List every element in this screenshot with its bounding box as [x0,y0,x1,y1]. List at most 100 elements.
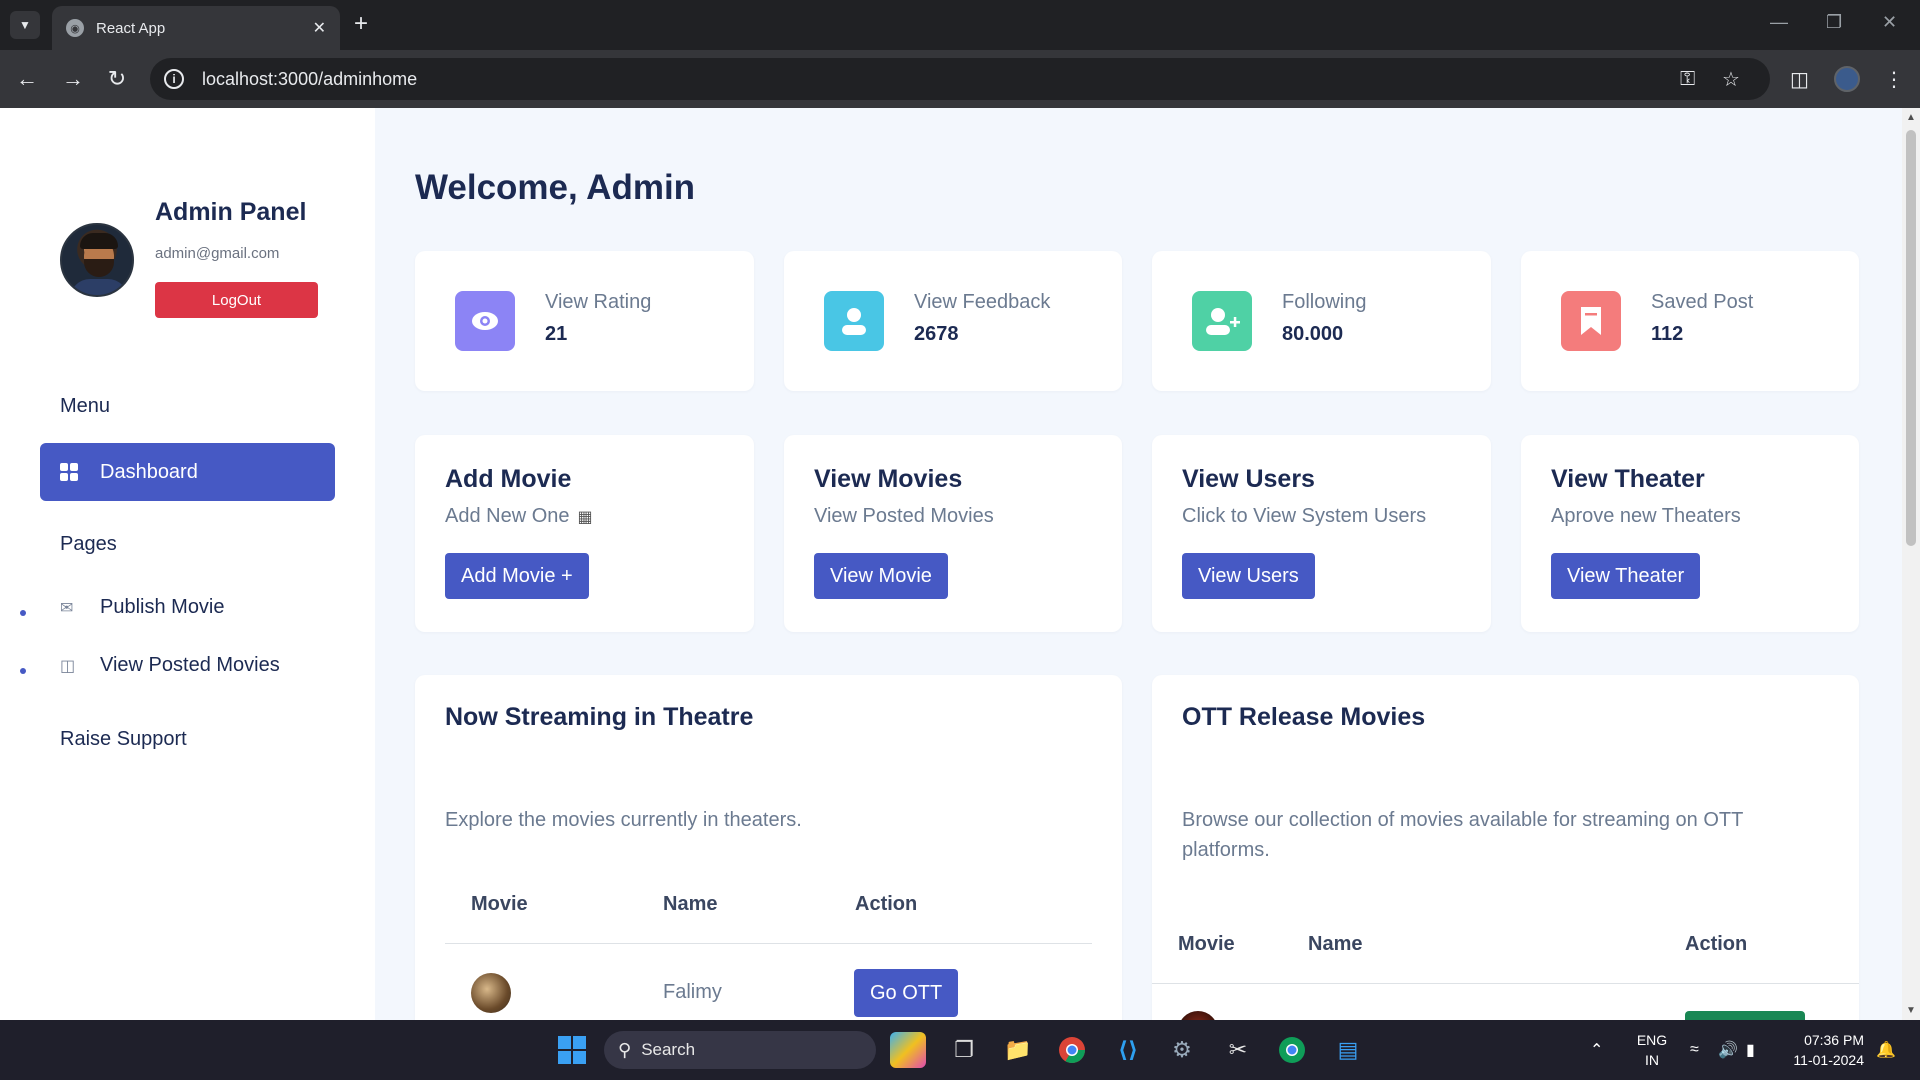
stat-value: 21 [545,323,568,345]
volume-icon[interactable]: 🔊 [1718,1020,1738,1080]
user-icon [824,291,884,351]
taskbar-search[interactable]: ⚲ Search [604,1031,876,1069]
section-title: Now Streaming in Theatre [445,703,754,731]
copilot-icon[interactable] [890,1032,926,1068]
section-description: Browse our collection of movies availabl… [1182,809,1743,861]
ott-release-card: OTT Release Movies Browse our collection… [1152,675,1859,1020]
action-card-add-movie: Add Movie Add New One ▦ Add Movie + [415,435,754,632]
bullet-dot [20,668,26,674]
more-menu-icon[interactable]: ⋮ [1884,62,1904,96]
bullet-dot [20,610,26,616]
new-tab-button[interactable]: + [354,12,368,36]
section-description: Explore the movies currently in theaters… [445,809,802,831]
scrollbar-thumb[interactable] [1906,130,1916,546]
globe-icon: ◉ [66,19,84,37]
vscode-icon[interactable]: ⟨⟩ [1110,1032,1146,1068]
back-icon[interactable]: ← [10,62,44,96]
movie-name: Falimy [663,981,722,1003]
windows-start-icon[interactable] [554,1032,590,1068]
forward-icon[interactable]: → [56,62,90,96]
card-subtitle: Click to View System Users [1182,505,1427,527]
envelope-icon: ✉ [60,599,74,617]
basket-icon: ◫ [60,657,76,675]
menu-heading: Menu [60,395,111,417]
tab-search-button[interactable]: ▼ [10,11,40,39]
search-icon: ⚲ [618,1039,632,1060]
scroll-up-icon[interactable]: ▲ [1906,112,1916,123]
stat-card-rating[interactable]: View Rating 21 [415,251,754,391]
film-icon: ▦ [577,508,593,526]
battery-icon[interactable]: ▮ [1746,1020,1755,1080]
stat-card-saved-post[interactable]: Saved Post 112 [1521,251,1859,391]
restore-icon[interactable]: ❐ [1826,12,1842,33]
view-movie-button[interactable]: View Movie [814,553,948,599]
action-card-view-users: View Users Click to View System Users Vi… [1152,435,1491,632]
movie-thumbnail [1178,1011,1218,1020]
pages-heading: Pages [60,533,117,555]
clock-date: 11-01-2024 [1793,1052,1864,1068]
browser-tab-bar: ▼ ◉ React App ✕ + — ❐ ✕ [0,0,1920,50]
card-subtitle: View Posted Movies [814,505,994,527]
bookmark-star-icon[interactable]: ☆ [1722,58,1740,100]
stat-card-feedback[interactable]: View Feedback 2678 [784,251,1122,391]
add-movie-button[interactable]: Add Movie + [445,553,589,599]
column-header: Action [855,893,918,915]
chrome-profile-icon[interactable] [1274,1032,1310,1068]
avatar [60,223,134,297]
close-tab-icon[interactable]: ✕ [313,18,326,38]
task-view-icon[interactable]: ❐ [946,1032,982,1068]
notification-bell-icon[interactable]: 🔔 [1876,1020,1896,1080]
sidebar-item-label: View Posted Movies [100,654,280,676]
browser-tab[interactable]: ◉ React App ✕ [52,6,340,50]
section-title: OTT Release Movies [1182,703,1426,731]
action-card-view-theater: View Theater Aprove new Theaters View Th… [1521,435,1859,632]
stat-label: View Rating [545,291,652,313]
address-bar[interactable]: i localhost:3000/adminhome ⚿ ☆ [150,58,1770,100]
side-panel-icon[interactable]: ◫ [1790,62,1809,96]
snipping-tool-icon[interactable]: ✂ [1220,1032,1256,1068]
logout-button[interactable]: LogOut [155,282,318,318]
column-header: Movie [471,893,528,915]
stat-value: 112 [1651,323,1684,345]
chrome-icon[interactable] [1054,1032,1090,1068]
profile-area [1834,62,1860,96]
password-key-icon[interactable]: ⚿ [1680,58,1695,100]
site-info-icon[interactable]: i [164,69,184,89]
window-close-icon[interactable]: ✕ [1882,12,1897,33]
show-hidden-icons[interactable]: ⌃ [1590,1020,1603,1080]
wifi-icon[interactable]: ≈ [1690,1020,1699,1080]
stat-label: View Feedback [914,291,1051,313]
page-scrollbar[interactable]: ▲ ▼ [1902,108,1920,1020]
column-header: Name [1308,933,1363,955]
view-theater-button[interactable]: View Theater [1551,553,1701,599]
scroll-down-icon[interactable]: ▼ [1906,1005,1916,1016]
file-explorer-icon[interactable]: 📁 [1000,1032,1036,1068]
sidebar-item-publish-movie[interactable]: ✉ Publish Movie [60,596,225,619]
reload-icon[interactable]: ↻ [100,62,134,96]
page-viewport: Admin Panel admin@gmail.com LogOut Menu … [0,108,1920,1020]
sidebar-item-dashboard[interactable]: Dashboard [40,443,335,501]
card-title: View Users [1182,465,1315,493]
sidebar-item-view-posted-movies[interactable]: ◫ View Posted Movies [60,654,280,677]
stat-card-following[interactable]: Following 80.000 [1152,251,1491,391]
profile-avatar[interactable] [1834,66,1860,92]
system-clock[interactable]: 07:36 PM 11-01-2024 [1784,1030,1864,1070]
action-card-view-movies: View Movies View Posted Movies View Movi… [784,435,1122,632]
column-header: Name [663,893,718,915]
ott-action-button[interactable] [1685,1011,1805,1020]
notepad-icon[interactable]: ▤ [1330,1032,1366,1068]
minimize-icon[interactable]: — [1770,12,1788,33]
stat-label: Following [1282,291,1367,313]
eye-icon [455,291,515,351]
card-title: View Movies [814,465,963,493]
sidebar-item-raise-support[interactable]: Raise Support [60,728,187,751]
go-ott-button[interactable]: Go OTT [854,969,959,1017]
admin-email: admin@gmail.com [155,245,280,262]
language-indicator[interactable]: ENG IN [1634,1030,1670,1070]
settings-gear-icon[interactable]: ⚙ [1164,1032,1200,1068]
view-users-button[interactable]: View Users [1182,553,1315,599]
card-subtitle: Aprove new Theaters [1551,505,1741,527]
stat-value: 80.000 [1282,323,1344,345]
column-header: Movie [1178,933,1235,955]
page-title: Welcome, Admin [415,168,696,207]
